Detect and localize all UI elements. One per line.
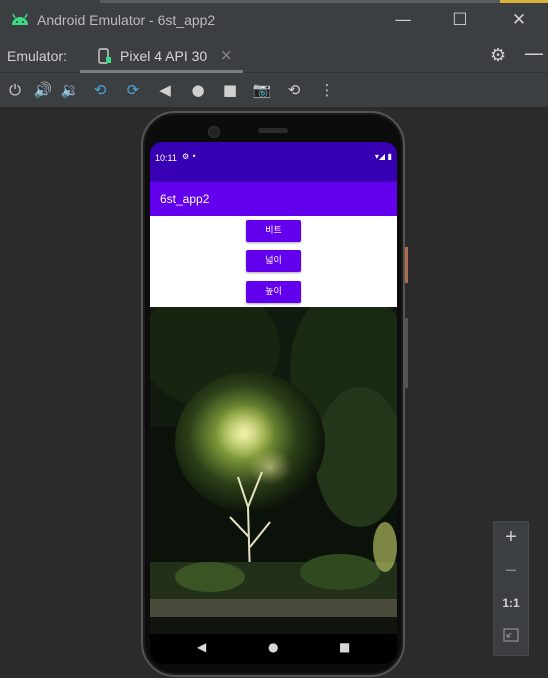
- button-panel: 비트 넓이 높이: [150, 216, 397, 307]
- zoom-controls: + − 1:1: [493, 521, 529, 656]
- volume-up-icon[interactable]: 🔊: [33, 80, 53, 100]
- gear-icon[interactable]: ⚙: [490, 45, 506, 66]
- volume-down-icon[interactable]: 🔉: [60, 80, 80, 100]
- nav-bar: ◀ ● ■: [150, 634, 397, 664]
- app-bar: 6st_app2: [150, 182, 397, 216]
- tab-close-icon[interactable]: ×: [220, 46, 233, 64]
- nav-home-icon[interactable]: ●: [268, 640, 278, 654]
- tree-photo: [150, 307, 397, 634]
- zoom-in-button[interactable]: +: [494, 526, 528, 549]
- overview-icon[interactable]: ■: [220, 80, 240, 100]
- hide-panel-icon[interactable]: —: [524, 41, 544, 65]
- rotate-right-icon[interactable]: ⟳: [123, 80, 143, 100]
- emulator-label: Emulator:: [7, 48, 67, 64]
- maximize-button[interactable]: ☐: [447, 8, 473, 32]
- rotate-left-icon[interactable]: ⟲: [90, 80, 110, 100]
- camera-icon[interactable]: 📷: [252, 80, 272, 100]
- taskbar-strip: [0, 0, 548, 3]
- fit-screen-icon[interactable]: [503, 628, 519, 642]
- earpiece-speaker: [258, 128, 288, 133]
- volume-side-button[interactable]: [405, 318, 408, 388]
- device-tab-label: Pixel 4 API 30: [120, 48, 208, 64]
- nav-back-icon[interactable]: ◀: [197, 640, 206, 654]
- minimize-button[interactable]: —: [390, 8, 416, 32]
- phone-device-icon: [98, 48, 111, 64]
- emulator-device-bar: Emulator: Pixel 4 API 30 × ⚙ —: [0, 40, 548, 73]
- status-right-icons: ▾◢ ▮: [374, 152, 392, 161]
- home-icon[interactable]: ●: [188, 80, 208, 100]
- status-bar: 10:11 ⚙ • ▾◢ ▮: [150, 142, 397, 182]
- zoom-out-button[interactable]: −: [494, 560, 528, 583]
- app-title: 6st_app2: [160, 192, 210, 206]
- device-tab-pixel4[interactable]: Pixel 4 API 30 ×: [80, 40, 243, 73]
- width-button[interactable]: 넓이: [246, 250, 301, 272]
- phone-screen: 10:11 ⚙ • ▾◢ ▮ 6st_app2 비트 넓이 높이 ◀ ● ■: [150, 142, 397, 664]
- nav-recents-icon[interactable]: ■: [339, 640, 350, 654]
- height-button[interactable]: 높이: [246, 281, 301, 303]
- status-left-icons: ⚙ •: [182, 152, 197, 161]
- android-logo-icon: [12, 13, 28, 25]
- bit-button[interactable]: 비트: [246, 220, 301, 242]
- status-time: 10:11: [155, 153, 177, 163]
- power-side-button[interactable]: [405, 247, 408, 283]
- emulator-controls: ⏻ 🔊 🔉 ⟲ ⟳ ◀ ● ■ 📷 ⟲ ⋮: [0, 73, 548, 107]
- window-title: Android Emulator - 6st_app2: [37, 12, 216, 28]
- snapshot-icon[interactable]: ⟲: [284, 80, 304, 100]
- power-icon[interactable]: ⏻: [5, 80, 25, 100]
- back-icon[interactable]: ◀: [155, 80, 175, 100]
- window-titlebar: Android Emulator - 6st_app2 — ☐ ✕: [0, 0, 548, 40]
- front-camera: [208, 126, 220, 138]
- close-button[interactable]: ✕: [506, 8, 532, 32]
- zoom-1to1-button[interactable]: 1:1: [494, 596, 528, 610]
- more-icon[interactable]: ⋮: [317, 80, 337, 100]
- night-tree-image: [150, 307, 397, 634]
